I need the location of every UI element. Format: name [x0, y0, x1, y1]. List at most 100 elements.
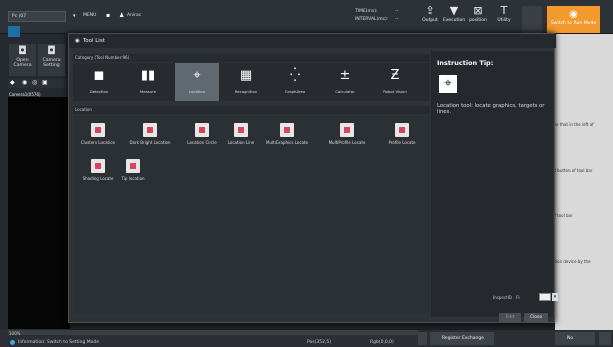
- interval-label: INTERVAL(ms):: [355, 17, 389, 22]
- category-calculator[interactable]: ± Calculator: [323, 63, 367, 101]
- location-icon: ⌖: [193, 68, 201, 83]
- top-toolbar: Pc (07 ▾ MENU ▪ ♟ Anirac TIME(ms): -- IN…: [0, 0, 613, 34]
- output-label: Output: [422, 18, 438, 23]
- extra-toolbar-button[interactable]: [522, 6, 542, 33]
- edit-label: Edit: [505, 315, 515, 320]
- tip-location-icon: [126, 159, 140, 173]
- execution-label: Execution: [443, 18, 466, 23]
- category-robot-vision[interactable]: Ƶ Robot Vision: [373, 63, 417, 101]
- category-recognition[interactable]: ▦ Recognition: [224, 63, 268, 101]
- grapharea-icon: ⁛: [289, 68, 301, 83]
- zoom-level: 100%: [9, 331, 21, 336]
- camera-setting-icon: ◘: [47, 44, 56, 57]
- location-circle-icon: [195, 123, 209, 137]
- location-tool-list: Clusters Location Dark Bright Location L…: [73, 116, 430, 314]
- settings-icon[interactable]: ◆: [10, 79, 15, 86]
- tool-label: Clusters Location: [80, 140, 116, 145]
- tool-label: Location Circle: [187, 140, 217, 145]
- record-icon[interactable]: ◎: [32, 79, 37, 86]
- robot-vision-icon: Ƶ: [390, 68, 400, 83]
- category-grapharea[interactable]: ⁛ GraphArea: [273, 63, 317, 101]
- tool-multigraphics-locate[interactable]: MultiGraphics Locate: [257, 120, 317, 155]
- register-exchange-button[interactable]: Register Exchange: [430, 332, 494, 345]
- category-label: Robot Vision: [383, 89, 407, 94]
- calculator-icon: ±: [339, 68, 351, 83]
- tool-clusters-location[interactable]: Clusters Location: [73, 120, 123, 155]
- utility-button[interactable]: T Utility: [493, 4, 515, 32]
- camera-tab[interactable]: [8, 26, 20, 37]
- inspection-button[interactable]: No Inspection: [555, 332, 595, 345]
- tool-tip-location[interactable]: Tip location: [113, 156, 153, 191]
- camera-setting-label: Camera Setting: [42, 58, 61, 68]
- utility-label: Utility: [497, 18, 511, 23]
- switch-to-run-mode-button[interactable]: ◉ Switch to Run Mode: [547, 6, 600, 33]
- help-text-2: et button of tool bar: [552, 168, 593, 173]
- time-value: --: [395, 9, 399, 14]
- category-label: Measure: [139, 89, 157, 94]
- category-label: Detection: [89, 89, 109, 94]
- tool-label: Profile Locate: [388, 140, 416, 145]
- category-label: Location: [188, 89, 206, 94]
- expand-icon[interactable]: [599, 332, 611, 345]
- category-detection[interactable]: ◼ Detection: [77, 63, 121, 101]
- tool-multiprofile-locate[interactable]: MultiProfile Locate: [317, 120, 377, 155]
- help-text-3: of tool bar: [552, 213, 573, 218]
- close-button[interactable]: Close: [524, 313, 548, 322]
- category-location[interactable]: ⌖ Location: [175, 63, 219, 101]
- help-panel: [555, 34, 613, 330]
- menu-button[interactable]: MENU: [80, 11, 102, 22]
- execution-icon: ▼: [449, 4, 459, 17]
- location-line-icon: [234, 123, 248, 137]
- category-row: ◼ Detection ▮▮ Measure ⌖ Location ▦ Recognit…: [73, 63, 430, 101]
- detection-icon: ◼: [93, 68, 105, 83]
- dialog-titlebar: ◉ Tool List: [69, 34, 556, 48]
- info-icon: [10, 340, 15, 345]
- tool-dark-bright-location[interactable]: Dark Bright Location: [123, 120, 177, 155]
- menu-label: MENU: [83, 13, 97, 18]
- project-field-value: Pc (07: [12, 14, 27, 19]
- project-field[interactable]: Pc (07: [8, 11, 66, 22]
- execution-button[interactable]: ▼ Execution: [443, 4, 465, 32]
- register-exchange-label: Register Exchange: [442, 336, 484, 341]
- dark-bright-location-icon: [143, 123, 157, 137]
- tool-profile-locate[interactable]: Profile Locate: [377, 120, 427, 155]
- user-icon: ♟: [119, 12, 125, 19]
- tip-title: Instruction Tip:: [437, 59, 494, 67]
- image-canvas[interactable]: [8, 97, 70, 329]
- run-mode-icon: ◉: [569, 9, 578, 20]
- location-tip-icon: ⌖: [439, 75, 457, 93]
- tool-label: MultiGraphics Locate: [266, 140, 308, 145]
- category-measure[interactable]: ▮▮ Measure: [126, 63, 170, 101]
- shading-locate-icon: [91, 159, 105, 173]
- zoom-track[interactable]: [8, 330, 418, 335]
- output-button[interactable]: ⇪ Output: [419, 4, 441, 32]
- open-camera-label: Open Camera: [13, 58, 32, 68]
- inspect-id-select[interactable]: [539, 293, 551, 301]
- camera-icon: ◘: [18, 44, 27, 57]
- interval-value: --: [395, 17, 399, 22]
- switch-label: Switch to Run Mode: [550, 21, 597, 26]
- location-header: Location: [73, 106, 430, 114]
- edit-button[interactable]: Edit: [499, 313, 521, 322]
- position-icon: ⊠: [473, 4, 483, 17]
- image-icon[interactable]: ▣: [42, 79, 48, 86]
- open-camera-button[interactable]: ◘ Open Camera: [9, 44, 36, 76]
- camera-setting-button[interactable]: ◘ Camera Setting: [38, 44, 65, 76]
- inspect-dropdown-icon[interactable]: ▾: [552, 293, 558, 301]
- dialog-title: Tool List: [82, 38, 105, 44]
- utility-icon: T: [500, 4, 508, 17]
- dropdown-arrow-icon[interactable]: ▾: [73, 13, 76, 19]
- cursor-position: Pos(352,5): [307, 340, 332, 345]
- save-icon[interactable]: ▪: [106, 12, 110, 19]
- tool-list-icon: ◉: [75, 38, 80, 44]
- tool-location-line[interactable]: Location Line: [221, 120, 261, 155]
- layout-icon[interactable]: [418, 332, 427, 345]
- output-icon: ⇪: [425, 4, 435, 17]
- category-label: Recognition: [234, 89, 258, 94]
- position-button[interactable]: ⊠ position: [467, 4, 489, 32]
- clusters-location-icon: [91, 123, 105, 137]
- tool-location-circle[interactable]: Location Circle: [177, 120, 227, 155]
- inspect-prefix: FI: [516, 295, 520, 300]
- view-icon[interactable]: ◉: [22, 79, 27, 86]
- recognition-icon: ▦: [239, 68, 253, 83]
